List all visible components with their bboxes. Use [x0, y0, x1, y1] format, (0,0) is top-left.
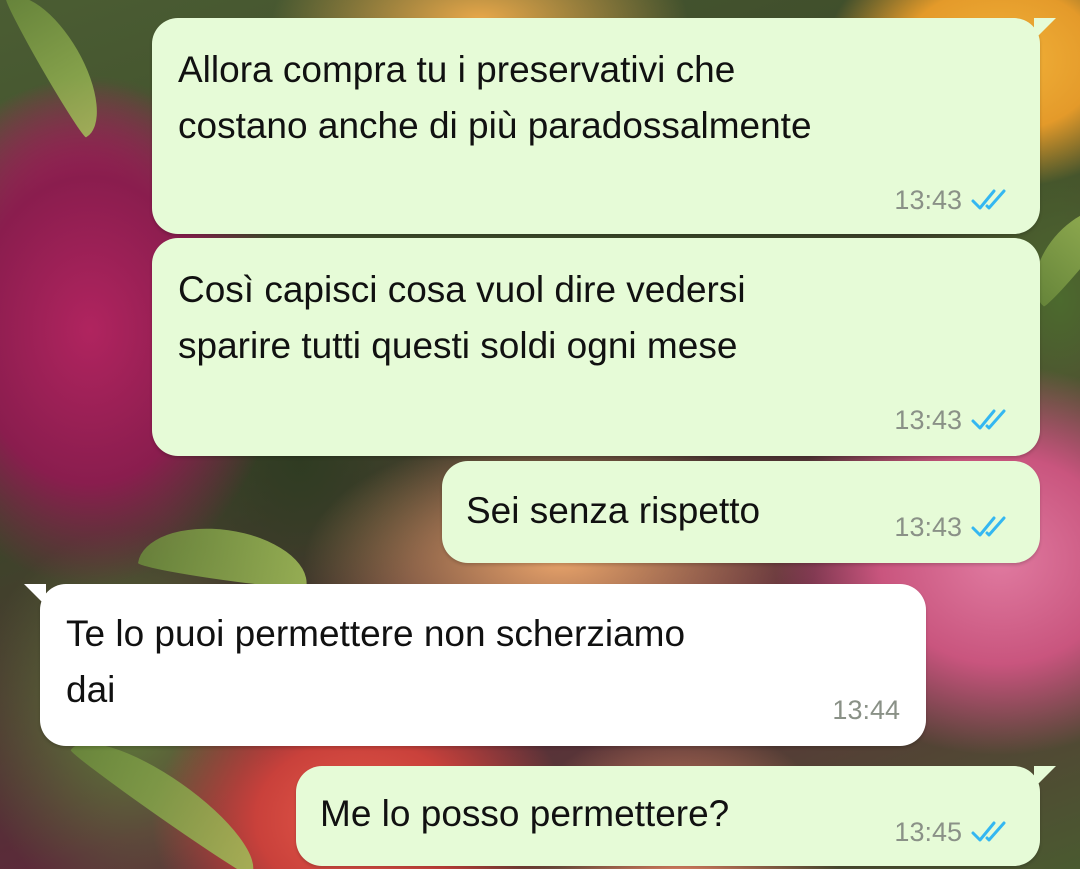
message-bubble-outgoing[interactable]: Allora compra tu i preservativi che cost… — [152, 18, 1056, 234]
double-check-read-icon — [971, 409, 1006, 430]
message-meta: 13:43 — [894, 404, 1010, 436]
message-time: 13:43 — [894, 512, 962, 542]
message-bubble-outgoing[interactable]: Me lo posso permettere? 13:45 — [296, 766, 1056, 866]
double-check-read-icon — [971, 516, 1006, 537]
double-check-read-icon — [971, 821, 1006, 842]
message-meta: 13:43 — [894, 184, 1010, 216]
message-meta: 13:44 — [832, 694, 900, 726]
message-time: 13:43 — [894, 405, 962, 435]
message-text: Allora compra tu i preservativi che cost… — [178, 49, 812, 146]
message-time: 13:45 — [894, 817, 962, 847]
message-bubble-incoming[interactable]: Te lo puoi permettere non scherziamo dai… — [24, 584, 926, 746]
double-check-read-icon — [971, 189, 1006, 210]
message-text: Sei senza rispetto — [466, 490, 761, 531]
message-meta: 13:43 — [894, 511, 1010, 543]
message-list[interactable]: Allora compra tu i preservativi che cost… — [0, 0, 1080, 869]
message-time: 13:43 — [894, 185, 962, 215]
message-bubble-outgoing[interactable]: Così capisci cosa vuol dire vedersi spar… — [152, 238, 1040, 456]
message-text: Così capisci cosa vuol dire vedersi spar… — [178, 269, 746, 366]
message-text: Te lo puoi permettere non scherziamo dai — [66, 613, 686, 710]
message-bubble-outgoing[interactable]: Sei senza rispetto 13:43 — [442, 461, 1040, 563]
message-time: 13:44 — [832, 695, 900, 725]
message-text: Me lo posso permettere? — [320, 793, 730, 834]
message-meta: 13:45 — [894, 816, 1010, 848]
